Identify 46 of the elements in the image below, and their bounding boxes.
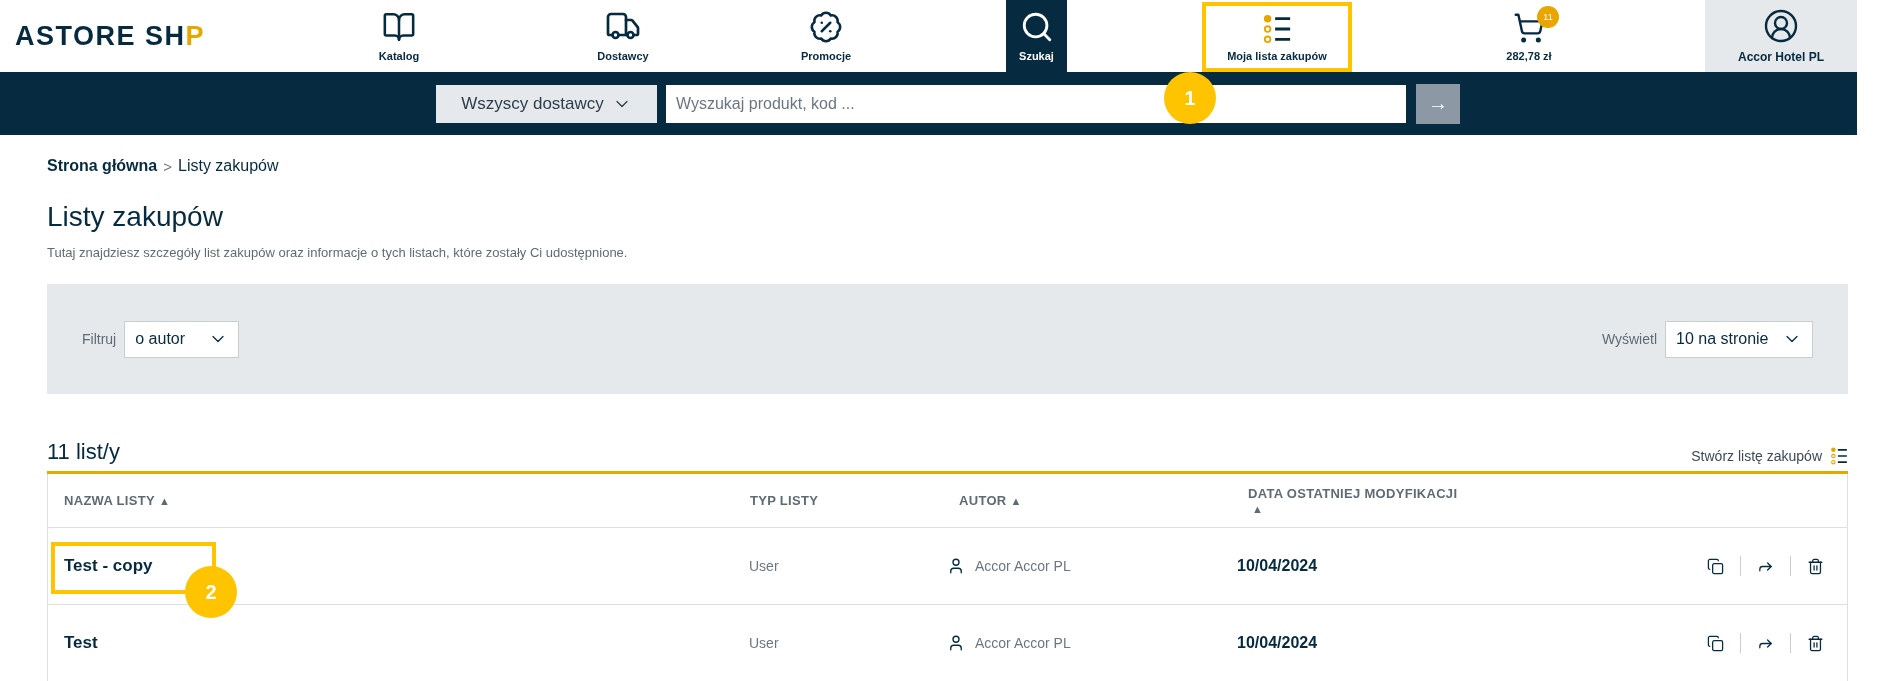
list-type: User (748, 635, 780, 651)
nav-item[interactable]: Szukaj (1006, 0, 1067, 72)
nav-item[interactable]: Promocje (766, 0, 886, 72)
delete-button[interactable] (1807, 557, 1824, 575)
list-count: 11 list/y (47, 439, 120, 465)
supplier-dropdown[interactable]: Wszyscy dostawcy (436, 84, 657, 123)
person-icon (947, 557, 965, 575)
book-icon (382, 10, 416, 44)
column-header: TYP LISTY (749, 493, 820, 508)
cart-button[interactable]: 11 282,78 zł (1469, 0, 1589, 72)
delete-button[interactable] (1807, 634, 1824, 652)
nav-item[interactable]: Dostawcy (563, 0, 683, 72)
percent-badge-icon (809, 10, 843, 44)
modified-date: 10/04/2024 (1236, 557, 1319, 575)
list-name-link[interactable]: Test (64, 627, 98, 659)
annotation-marker: 2 (185, 566, 237, 618)
cart-count-badge: 11 (1537, 6, 1559, 28)
display-label: Wyświetl (1601, 331, 1657, 347)
modified-date: 10/04/2024 (1236, 634, 1319, 652)
cart-icon (1513, 12, 1545, 44)
list-icon (1830, 447, 1848, 465)
breadcrumb-link[interactable]: Listy zakupów (178, 157, 279, 175)
list-type: User (748, 558, 780, 574)
person-icon (947, 634, 965, 652)
copy-button[interactable] (1707, 634, 1724, 652)
column-header[interactable]: NAZWA LISTY ▲ (48, 493, 734, 508)
create-list-link[interactable]: Stwórz listę zakupów (1691, 447, 1848, 465)
nav-item[interactable]: Katalog (339, 0, 459, 72)
column-header[interactable]: AUTOR ▲ (939, 493, 1232, 508)
list-icon (1262, 14, 1292, 44)
logo[interactable]: ASTORE SHP (0, 0, 330, 72)
breadcrumb-separator: > (163, 157, 172, 175)
page-size-dropdown[interactable]: 10 na stronie (1665, 320, 1813, 358)
author-name: Accor Accor PL (975, 558, 1071, 574)
user-icon (1763, 8, 1799, 44)
page-title: Listy zakupów (47, 201, 224, 233)
nav-item[interactable]: Moja lista zakupów (1202, 0, 1352, 72)
filter-dropdown[interactable]: o autor (124, 320, 240, 358)
page-description: Tutaj znajdziesz szczegóły list zakupów oraz informacje o tych listach, które zostały Ci udostępnione. (47, 245, 629, 260)
list-name-link[interactable]: Test - copy (64, 550, 153, 582)
account-button[interactable]: Accor Hotel PL (1705, 0, 1857, 72)
column-header[interactable]: DATA OSTATNIEJ MODYFIKACJI ▲ (1232, 485, 1707, 516)
breadcrumb-link[interactable]: Strona główna (47, 157, 158, 175)
author-name: Accor Accor PL (975, 635, 1071, 651)
copy-button[interactable] (1707, 557, 1724, 575)
filter-label: Filtruj (82, 331, 117, 347)
